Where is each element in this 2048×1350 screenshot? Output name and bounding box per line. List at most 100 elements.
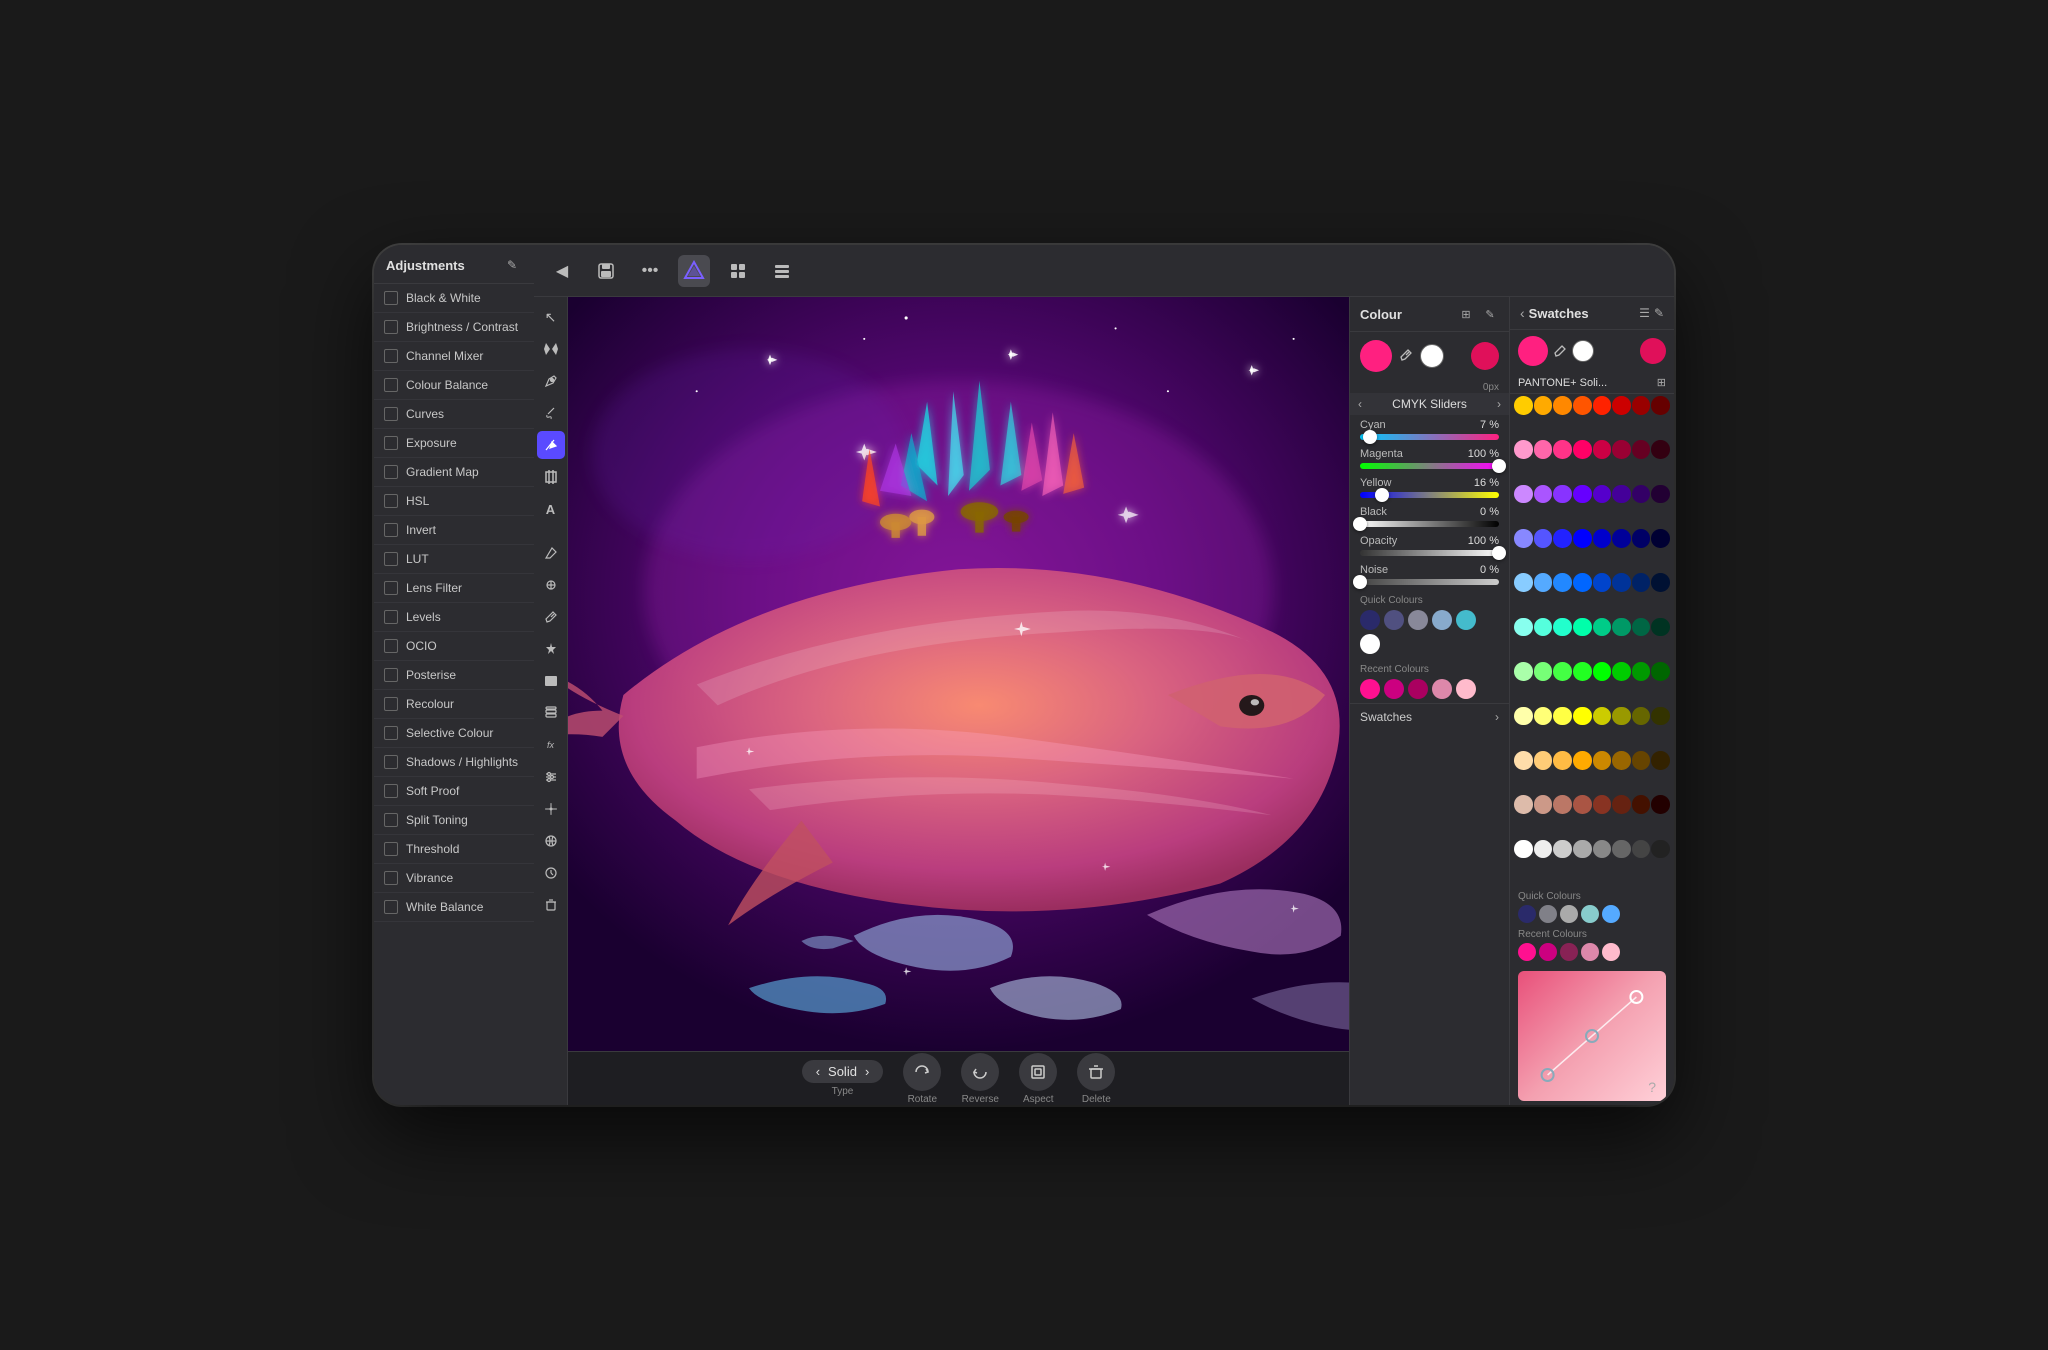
- colour-grid-cell-27[interactable]: [1573, 529, 1592, 548]
- colour-grid-cell-1[interactable]: [1534, 396, 1553, 415]
- colour-grid-cell-41[interactable]: [1534, 618, 1553, 637]
- swatches-section[interactable]: Swatches ›: [1350, 703, 1509, 730]
- slider-track-black[interactable]: [1360, 521, 1499, 527]
- sidebar-item-checkbox-lut[interactable]: [384, 552, 398, 566]
- colour-grid-cell-34[interactable]: [1553, 573, 1572, 592]
- sp-side-swatch[interactable]: [1640, 338, 1666, 364]
- type-selector[interactable]: ‹ Solid ›: [802, 1060, 884, 1083]
- colour-grid-cell-4[interactable]: [1593, 396, 1612, 415]
- colour-grid-cell-84[interactable]: [1593, 840, 1612, 859]
- opacity-thumb[interactable]: [1492, 546, 1506, 560]
- sidebar-item-split-toning[interactable]: Split Toning: [374, 806, 534, 835]
- recent-colour-4[interactable]: [1456, 679, 1476, 699]
- fx-tool[interactable]: fx: [537, 731, 565, 759]
- colour-grid-cell-54[interactable]: [1632, 662, 1651, 681]
- back-button[interactable]: ◀: [546, 255, 578, 287]
- colour-grid-cell-73[interactable]: [1534, 795, 1553, 814]
- colour-grid-cell-83[interactable]: [1573, 840, 1592, 859]
- sidebar-edit-icon[interactable]: ✎: [502, 255, 522, 275]
- sp-recent-colour-3[interactable]: [1581, 943, 1599, 961]
- sp-recent-colour-2[interactable]: [1560, 943, 1578, 961]
- sidebar-item-checkbox-shadows-highlights[interactable]: [384, 755, 398, 769]
- colour-grid-cell-78[interactable]: [1632, 795, 1651, 814]
- slider-thumb-yellow[interactable]: [1375, 488, 1389, 502]
- colour-grid-cell-13[interactable]: [1612, 440, 1631, 459]
- colour-grid-cell-72[interactable]: [1514, 795, 1533, 814]
- sidebar-item-checkbox-vibrance[interactable]: [384, 871, 398, 885]
- select-tool[interactable]: ↖: [537, 303, 565, 331]
- colour-grid-cell-66[interactable]: [1553, 751, 1572, 770]
- quick-colour-0[interactable]: [1360, 610, 1380, 630]
- type-right-arrow[interactable]: ›: [865, 1064, 869, 1079]
- sidebar-item-channel-mixer[interactable]: Channel Mixer: [374, 342, 534, 371]
- colour-grid-cell-42[interactable]: [1553, 618, 1572, 637]
- colour-grid-cell-67[interactable]: [1573, 751, 1592, 770]
- save-button[interactable]: [590, 255, 622, 287]
- colour-grid-cell-22[interactable]: [1632, 485, 1651, 504]
- white-swatch[interactable]: [1420, 344, 1444, 368]
- colour-grid-cell-60[interactable]: [1593, 707, 1612, 726]
- sidebar-item-checkbox-selective-colour[interactable]: [384, 726, 398, 740]
- main-colour-swatch[interactable]: [1360, 340, 1392, 372]
- sp-back-button[interactable]: ‹: [1520, 305, 1525, 321]
- sidebar-item-colour-balance[interactable]: Colour Balance: [374, 371, 534, 400]
- sidebar-item-white-balance[interactable]: White Balance: [374, 893, 534, 922]
- sidebar-item-checkbox-brightness-contrast[interactable]: [384, 320, 398, 334]
- transform-tool[interactable]: [537, 335, 565, 363]
- active-tool[interactable]: [537, 431, 565, 459]
- eyedropper-icon[interactable]: [1398, 347, 1414, 366]
- colour-grid-cell-10[interactable]: [1553, 440, 1572, 459]
- sidebar-item-lens-filter[interactable]: Lens Filter: [374, 574, 534, 603]
- colour-grid-cell-81[interactable]: [1534, 840, 1553, 859]
- colour-grid-cell-44[interactable]: [1593, 618, 1612, 637]
- sidebar-item-checkbox-recolour[interactable]: [384, 697, 398, 711]
- colour-grid-cell-48[interactable]: [1514, 662, 1533, 681]
- colour-grid-cell-0[interactable]: [1514, 396, 1533, 415]
- colour-grid-cell-65[interactable]: [1534, 751, 1553, 770]
- colour-grid-cell-11[interactable]: [1573, 440, 1592, 459]
- colour-grid-cell-14[interactable]: [1632, 440, 1651, 459]
- colour-grid-cell-70[interactable]: [1632, 751, 1651, 770]
- type-left-arrow[interactable]: ‹: [816, 1064, 820, 1079]
- sidebar-item-selective-colour[interactable]: Selective Colour: [374, 719, 534, 748]
- eyedrop-tool[interactable]: [537, 603, 565, 631]
- colour-grid-cell-87[interactable]: [1651, 840, 1670, 859]
- sp-quick-colour-1[interactable]: [1539, 905, 1557, 923]
- sp-white-swatch[interactable]: [1572, 340, 1594, 362]
- colour-expand-icon[interactable]: ⊞: [1457, 305, 1475, 323]
- sidebar-item-checkbox-channel-mixer[interactable]: [384, 349, 398, 363]
- colour-grid-cell-59[interactable]: [1573, 707, 1592, 726]
- sidebar-item-exposure[interactable]: Exposure: [374, 429, 534, 458]
- colour-grid-cell-33[interactable]: [1534, 573, 1553, 592]
- colour-grid-cell-25[interactable]: [1534, 529, 1553, 548]
- colour-grid-cell-16[interactable]: [1514, 485, 1533, 504]
- sp-eyedrop-icon[interactable]: [1552, 343, 1568, 359]
- sidebar-item-black-white[interactable]: Black & White: [374, 284, 534, 313]
- sidebar-item-checkbox-soft-proof[interactable]: [384, 784, 398, 798]
- sidebar-item-shadows-highlights[interactable]: Shadows / Highlights: [374, 748, 534, 777]
- sp-main-swatch[interactable]: [1518, 336, 1548, 366]
- sidebar-item-curves[interactable]: Curves: [374, 400, 534, 429]
- sidebar-item-hsl[interactable]: HSL: [374, 487, 534, 516]
- sp-list-icon[interactable]: ☰: [1639, 306, 1650, 320]
- sidebar-item-checkbox-levels[interactable]: [384, 610, 398, 624]
- colour-grid-cell-8[interactable]: [1514, 440, 1533, 459]
- reverse-button[interactable]: Reverse: [961, 1053, 999, 1105]
- recent-colour-2[interactable]: [1408, 679, 1428, 699]
- sidebar-item-vibrance[interactable]: Vibrance: [374, 864, 534, 893]
- colour-grid-cell-17[interactable]: [1534, 485, 1553, 504]
- slider-thumb-magenta[interactable]: [1492, 459, 1506, 473]
- sidebar-item-posterise[interactable]: Posterise: [374, 661, 534, 690]
- sp-quick-colour-0[interactable]: [1518, 905, 1536, 923]
- sp-edit-icon[interactable]: ✎: [1654, 306, 1664, 320]
- sidebar-item-checkbox-posterise[interactable]: [384, 668, 398, 682]
- quick-colour-4[interactable]: [1456, 610, 1476, 630]
- colour-grid-cell-38[interactable]: [1632, 573, 1651, 592]
- colour-grid-cell-64[interactable]: [1514, 751, 1533, 770]
- colour-grid-cell-61[interactable]: [1612, 707, 1631, 726]
- sidebar-item-checkbox-white-balance[interactable]: [384, 900, 398, 914]
- sidebar-item-brightness-contrast[interactable]: Brightness / Contrast: [374, 313, 534, 342]
- noise-thumb[interactable]: [1353, 575, 1367, 589]
- colour-grid-cell-62[interactable]: [1632, 707, 1651, 726]
- colour-grid-cell-71[interactable]: [1651, 751, 1670, 770]
